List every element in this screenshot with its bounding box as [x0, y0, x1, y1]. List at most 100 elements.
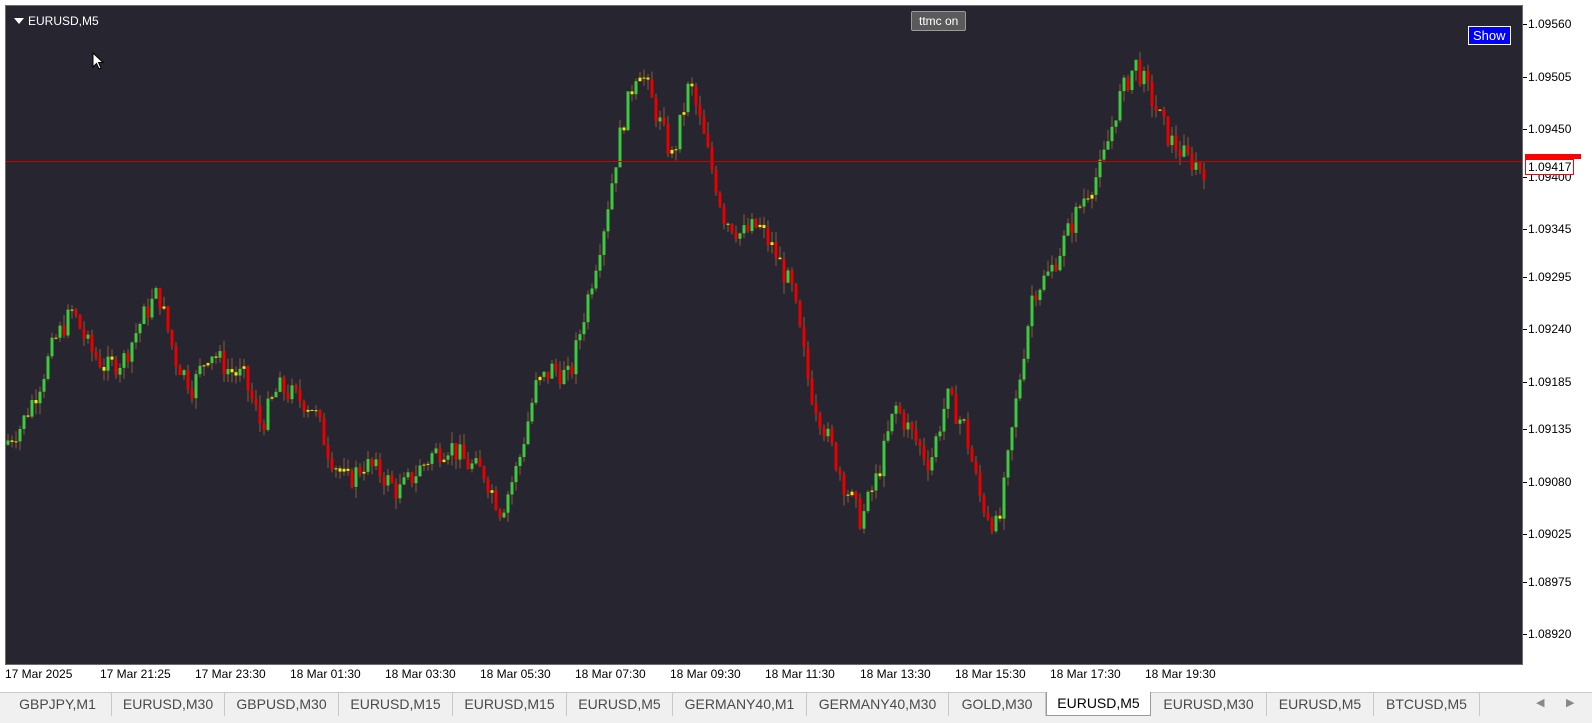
chart-window: EURUSD,M5 ttmc on Show 1.09560 1.09505 1.0… — [0, 0, 1592, 682]
candle-body — [806, 347, 810, 379]
candle-body — [362, 471, 366, 474]
candle-body — [1202, 169, 1206, 180]
candle-body — [78, 315, 82, 329]
time-tick-label: 18 Mar 17:30 — [1050, 667, 1121, 681]
candle-body — [526, 421, 530, 445]
candle-body — [762, 224, 766, 228]
time-tick-label: 17 Mar 21:25 — [100, 667, 171, 681]
candle-body — [298, 389, 302, 402]
candle-body — [202, 365, 206, 367]
tab-chart[interactable]: GBPJPY,M1 — [4, 693, 112, 716]
chart-tab-bar: ◀ ▶ GBPJPY,M1 EURUSD,M30 GBPUSD,M30 EURUSD,… — [0, 692, 1592, 723]
price-tick-mark — [1523, 176, 1527, 178]
candle-body — [1050, 264, 1054, 272]
price-tick-label: 1.09560 — [1528, 17, 1572, 32]
candle-body — [82, 328, 86, 339]
candle-body — [1154, 105, 1158, 111]
candle-body — [470, 463, 474, 469]
tab-chart[interactable]: BTCUSD,M5 — [1374, 693, 1480, 716]
candle-body — [230, 369, 234, 373]
candle-body — [102, 367, 106, 371]
candle-body — [118, 367, 122, 375]
plot-area[interactable]: EURUSD,M5 ttmc on Show — [5, 5, 1523, 665]
tab-chart[interactable]: GBPUSD,M30 — [225, 693, 339, 716]
candle-body — [254, 398, 258, 406]
tab-chart[interactable]: EURUSD,M5 — [1267, 693, 1374, 716]
candle-body — [994, 515, 998, 532]
symbol-label[interactable]: EURUSD,M5 — [14, 14, 99, 28]
candle-body — [958, 419, 962, 424]
candle-body — [1118, 91, 1122, 121]
candle-body — [226, 369, 230, 375]
candle-body — [150, 298, 154, 318]
candle-body — [1198, 162, 1202, 170]
candle-body — [1014, 398, 1018, 428]
candle-body — [358, 467, 362, 474]
candle-body — [366, 459, 370, 472]
candle-body — [554, 363, 558, 371]
price-tick-mark — [1523, 24, 1527, 26]
candle-body — [718, 193, 722, 207]
candle-body — [1042, 275, 1046, 290]
candle-body — [622, 127, 626, 131]
candle-body — [1094, 177, 1098, 195]
candle-body — [338, 468, 342, 472]
candle-body — [602, 231, 606, 255]
price-tick-label: 1.09450 — [1528, 121, 1572, 136]
candle-body — [278, 377, 282, 392]
candle-body — [746, 225, 750, 232]
candle-body — [346, 468, 350, 471]
candle-body — [818, 413, 822, 428]
candle-body — [330, 458, 334, 470]
candle-body — [206, 363, 210, 366]
candle-body — [642, 77, 646, 79]
tab-chart[interactable]: EURUSD,M30 — [1151, 693, 1267, 716]
tab-chart[interactable]: GERMANY40,M30 — [807, 693, 949, 716]
candle-body — [1106, 141, 1110, 150]
candle-body — [950, 388, 954, 395]
candle-body — [854, 491, 858, 499]
candle-body — [382, 476, 386, 486]
tab-scroll-right-icon[interactable]: ▶ — [1566, 696, 1574, 709]
candle-body — [238, 368, 242, 376]
tab-chart[interactable]: GERMANY40,M1 — [673, 693, 807, 716]
tab-chart[interactable]: EURUSD,M5 — [567, 693, 673, 716]
candle-body — [954, 394, 958, 424]
candle-body — [166, 306, 170, 331]
candle-body — [726, 223, 730, 225]
ttmc-button[interactable]: ttmc on — [911, 11, 967, 31]
tab-chart[interactable]: EURUSD,M30 — [112, 693, 225, 716]
tab-chart[interactable]: GOLD,M30 — [949, 693, 1046, 716]
candle-body — [94, 351, 98, 358]
price-tick-mark — [1523, 481, 1527, 483]
tab-scroll-left-icon[interactable]: ◀ — [1536, 696, 1544, 709]
candle-body — [350, 470, 354, 487]
candle-body — [714, 169, 718, 194]
time-tick-label: 18 Mar 07:30 — [575, 667, 646, 681]
candle-body — [570, 365, 574, 375]
candle-body — [450, 443, 454, 456]
candle-body — [30, 399, 34, 417]
candle-body — [66, 309, 70, 336]
candle-body — [266, 398, 270, 430]
candle-body — [1110, 126, 1114, 142]
candle-body — [510, 482, 514, 495]
candle-body — [326, 444, 330, 459]
candle-body — [926, 459, 930, 471]
tab-chart[interactable]: EURUSD,M5 — [1046, 692, 1151, 716]
tab-chart[interactable]: EURUSD,M15 — [339, 693, 453, 716]
candle-body — [658, 117, 662, 122]
candle-body — [690, 83, 694, 87]
tab-chart[interactable]: EURUSD,M15 — [453, 693, 567, 716]
candle-body — [898, 405, 902, 413]
candle-body — [378, 459, 382, 477]
collapse-triangle-icon[interactable] — [14, 18, 24, 24]
candle-body — [866, 491, 870, 512]
candle-body — [634, 81, 638, 95]
candle-body — [1122, 77, 1126, 92]
show-button[interactable]: Show — [1468, 26, 1511, 45]
candle-body — [918, 440, 922, 446]
candle-body — [1086, 198, 1090, 200]
candle-body — [674, 149, 678, 151]
candle-body — [598, 254, 602, 271]
